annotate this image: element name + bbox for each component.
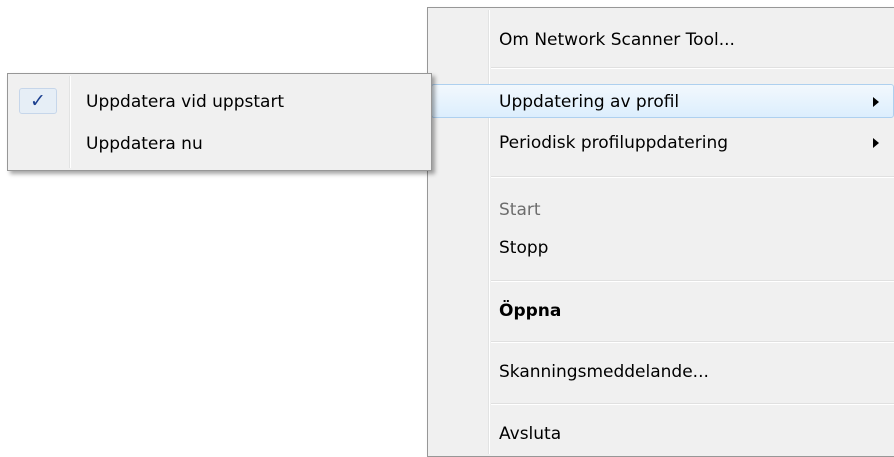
submenu-arrow-icon: [873, 97, 879, 107]
menu-item-label: Om Network Scanner Tool...: [499, 30, 735, 50]
menu-item-label: Start: [499, 200, 541, 220]
submenu-item-update-on-startup[interactable]: ✓ Uppdatera vid uppstart: [11, 84, 428, 118]
menu-item-scan-message[interactable]: Skanningsmeddelande...: [431, 354, 894, 388]
menu-item-exit[interactable]: Avsluta: [431, 416, 894, 450]
menu-separator: [491, 176, 894, 178]
submenu-item-update-now[interactable]: Uppdatera nu: [11, 126, 428, 160]
menu-separator: [491, 67, 894, 69]
menu-separator: [491, 341, 894, 343]
menu-item-about[interactable]: Om Network Scanner Tool...: [431, 22, 894, 56]
menu-item-open[interactable]: Öppna: [431, 293, 894, 327]
menu-item-profile-update[interactable]: Uppdatering av profil: [431, 84, 894, 118]
profile-update-submenu: ✓ Uppdatera vid uppstart Uppdatera nu: [7, 73, 432, 171]
menu-item-label: Skanningsmeddelande...: [499, 362, 709, 382]
menu-item-label: Uppdatera vid uppstart: [86, 92, 285, 112]
menu-item-label: Avsluta: [499, 424, 562, 444]
menu-item-label: Uppdatering av profil: [499, 92, 680, 112]
menu-item-periodic-profile-update[interactable]: Periodisk profiluppdatering: [431, 125, 894, 159]
menu-item-label: Öppna: [499, 301, 562, 321]
menu-separator: [491, 280, 894, 282]
menu-item-label: Stopp: [499, 238, 549, 258]
checkmark-icon: ✓: [19, 88, 57, 114]
submenu-arrow-icon: [873, 138, 879, 148]
menu-separator: [491, 403, 894, 405]
menu-item-label: Periodisk profiluppdatering: [499, 133, 729, 153]
context-menu: Om Network Scanner Tool... Uppdatering a…: [427, 7, 894, 457]
menu-item-stop[interactable]: Stopp: [431, 230, 894, 264]
menu-item-label: Uppdatera nu: [86, 134, 203, 154]
menu-item-start[interactable]: Start: [431, 192, 894, 226]
